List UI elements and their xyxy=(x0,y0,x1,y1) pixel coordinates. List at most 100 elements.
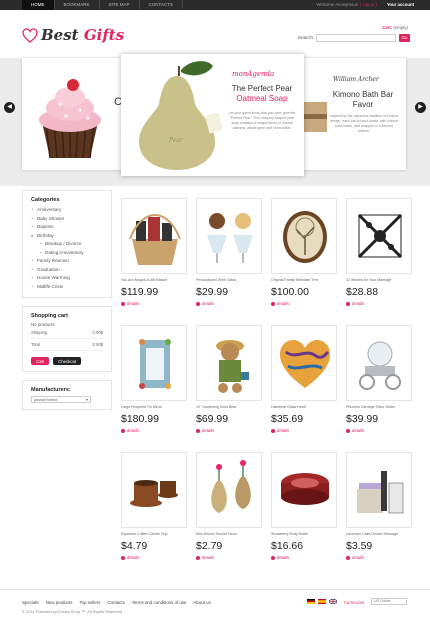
mini-cart-label: Cart: xyxy=(382,25,393,30)
details-label: details xyxy=(202,555,215,560)
arrow-right-icon[interactable]: ▶ xyxy=(415,102,426,113)
product-image[interactable] xyxy=(121,452,187,528)
slide-kimono[interactable]: William Archer Kimono Bath Bar Favor Ins… xyxy=(303,58,406,170)
product-name[interactable]: Strawberry Body Butter xyxy=(271,532,337,537)
login-link[interactable]: ( Log in ) xyxy=(360,0,377,10)
product-card: Lavender Cake Deluxe Message $3.59 detai… xyxy=(346,452,412,567)
spanish-flag-icon[interactable] xyxy=(318,599,326,604)
product-image[interactable] xyxy=(196,198,262,274)
details-bullet-icon xyxy=(196,428,200,433)
cupcake-image xyxy=(39,79,101,159)
product-price: $35.69 xyxy=(271,413,304,425)
account-link[interactable]: Your account xyxy=(387,0,414,10)
currency-label: Currencies xyxy=(344,600,365,605)
product-image[interactable] xyxy=(271,198,337,274)
details-link[interactable]: details xyxy=(121,428,187,433)
category-item[interactable]: Midlife Crisis xyxy=(31,283,103,292)
search-input[interactable] xyxy=(316,34,396,42)
mini-cart[interactable]: Cart: (empty) xyxy=(382,25,408,30)
details-label: details xyxy=(352,301,365,306)
details-label: details xyxy=(127,301,140,306)
details-link[interactable]: details xyxy=(271,428,337,433)
product-card: Mini Woven Sachet Favor $2.79 details xyxy=(196,452,262,567)
product-name[interactable]: Lavender Cake Deluxe Message xyxy=(346,532,412,537)
product-image[interactable] xyxy=(346,452,412,528)
arrow-left-icon[interactable]: ◀ xyxy=(4,102,15,113)
product-image[interactable] xyxy=(121,325,187,401)
product-card: You Are Always A Gift Basket $119.99 det… xyxy=(121,198,187,313)
product-name[interactable]: Princess Carriage Silver Globe xyxy=(346,405,412,410)
nav-contacts[interactable]: CONTACTS xyxy=(140,0,183,10)
product-name[interactable]: Original Family Birthdate Tree xyxy=(271,278,337,283)
category-item[interactable]: Family Reunion xyxy=(31,257,103,266)
details-link[interactable]: details xyxy=(271,555,337,560)
product-price: $119.99 xyxy=(121,286,159,298)
nav-bookmark[interactable]: BOOKMARK xyxy=(55,0,100,10)
product-name[interactable]: 12 Wishes for Your Marriage xyxy=(346,278,412,283)
details-link[interactable]: details xyxy=(196,301,262,306)
footer-link-new-products[interactable]: New products xyxy=(46,600,73,605)
footer-link-specials[interactable]: Specials xyxy=(22,600,39,605)
product-name[interactable]: Espresso Coffee Candle Cup xyxy=(121,532,187,537)
product-image[interactable] xyxy=(121,198,187,274)
search-go-button[interactable]: Go xyxy=(399,34,410,42)
details-bullet-icon xyxy=(196,555,200,560)
cart-button[interactable]: Cart xyxy=(31,357,50,365)
checkout-button[interactable]: Checkout xyxy=(53,357,82,365)
category-item[interactable]: Baby Shower xyxy=(31,215,103,224)
currency-select[interactable]: US Dollar xyxy=(371,598,407,605)
category-item[interactable]: Baptism xyxy=(31,223,103,232)
search-label: Search xyxy=(297,35,313,41)
product-grid: You Are Always A Gift Basket $119.99 det… xyxy=(121,198,413,567)
nav-sitemap[interactable]: SITE MAP xyxy=(100,0,140,10)
cart-heading: Shopping cart xyxy=(31,313,68,319)
footer-link-about[interactable]: About us xyxy=(193,600,210,605)
product-price: $16.66 xyxy=(271,540,304,552)
product-image[interactable] xyxy=(271,325,337,401)
product-name[interactable]: Lattebeat Glass Heart xyxy=(271,405,337,410)
details-link[interactable]: details xyxy=(121,555,187,560)
product-image[interactable] xyxy=(346,325,412,401)
top-bar: HOME BOOKMARK SITE MAP CONTACTS Welcome … xyxy=(0,0,430,10)
category-item[interactable]: Anniversary xyxy=(31,206,103,215)
product-image[interactable] xyxy=(271,452,337,528)
details-link[interactable]: details xyxy=(196,555,262,560)
product-name[interactable]: Large Recycled Tin Mirror xyxy=(121,405,187,410)
shopping-cart-block: Shopping cart No products Shipping 0.00$… xyxy=(22,306,112,372)
gift-basket-image xyxy=(129,214,181,265)
product-name[interactable]: You Are Always A Gift Basket xyxy=(121,278,187,283)
woven-sachet-image xyxy=(211,460,251,513)
welcome-area: Welcome Anonymous ( Log in ) Your accoun… xyxy=(316,0,414,10)
category-item[interactable]: Graduation xyxy=(31,266,103,275)
nav-home[interactable]: HOME xyxy=(22,0,55,10)
slide-cupcake[interactable]: C xyxy=(22,58,124,170)
logo[interactable]: Best Gifts xyxy=(22,26,124,44)
details-link[interactable]: details xyxy=(346,428,412,433)
details-bullet-icon xyxy=(346,428,350,433)
footer-link-top-sellers[interactable]: Top sellers xyxy=(79,600,100,605)
details-link[interactable]: details xyxy=(346,555,412,560)
uk-flag-icon[interactable] xyxy=(329,599,337,604)
details-link[interactable]: details xyxy=(121,301,187,306)
product-card: Original Family Birthdate Tree $100.00 d… xyxy=(271,198,337,313)
manufacturer-select[interactable]: please select xyxy=(31,396,91,403)
product-image[interactable] xyxy=(346,198,412,274)
categories-block: Categories Anniversary Baby Shower Bapti… xyxy=(22,190,112,298)
details-link[interactable]: details xyxy=(346,301,412,306)
product-name[interactable]: Mini Woven Sachet Favor xyxy=(196,532,262,537)
product-price: $2.79 xyxy=(196,540,223,552)
footer-link-contacts[interactable]: Contacts xyxy=(107,600,124,605)
category-subitem[interactable]: Dating Anniversary xyxy=(31,249,103,258)
german-flag-icon[interactable] xyxy=(307,599,315,604)
category-item[interactable]: House Warming xyxy=(31,274,103,283)
category-subitem[interactable]: Breakup / Divorce xyxy=(31,240,103,249)
product-image[interactable] xyxy=(196,325,262,401)
slide-pear-soap[interactable]: Pear monAgenda The Perfect Pear Oatmeal … xyxy=(121,54,304,176)
product-name[interactable]: Personalized Wine Glass xyxy=(196,278,262,283)
product-image[interactable] xyxy=(196,452,262,528)
product-name[interactable]: 10" Gardening Mom Bear xyxy=(196,405,262,410)
details-link[interactable]: details xyxy=(196,428,262,433)
footer-link-terms[interactable]: Terms and conditions of use xyxy=(132,600,187,605)
details-link[interactable]: details xyxy=(271,301,337,306)
category-item-open[interactable]: Birthday xyxy=(31,232,103,241)
